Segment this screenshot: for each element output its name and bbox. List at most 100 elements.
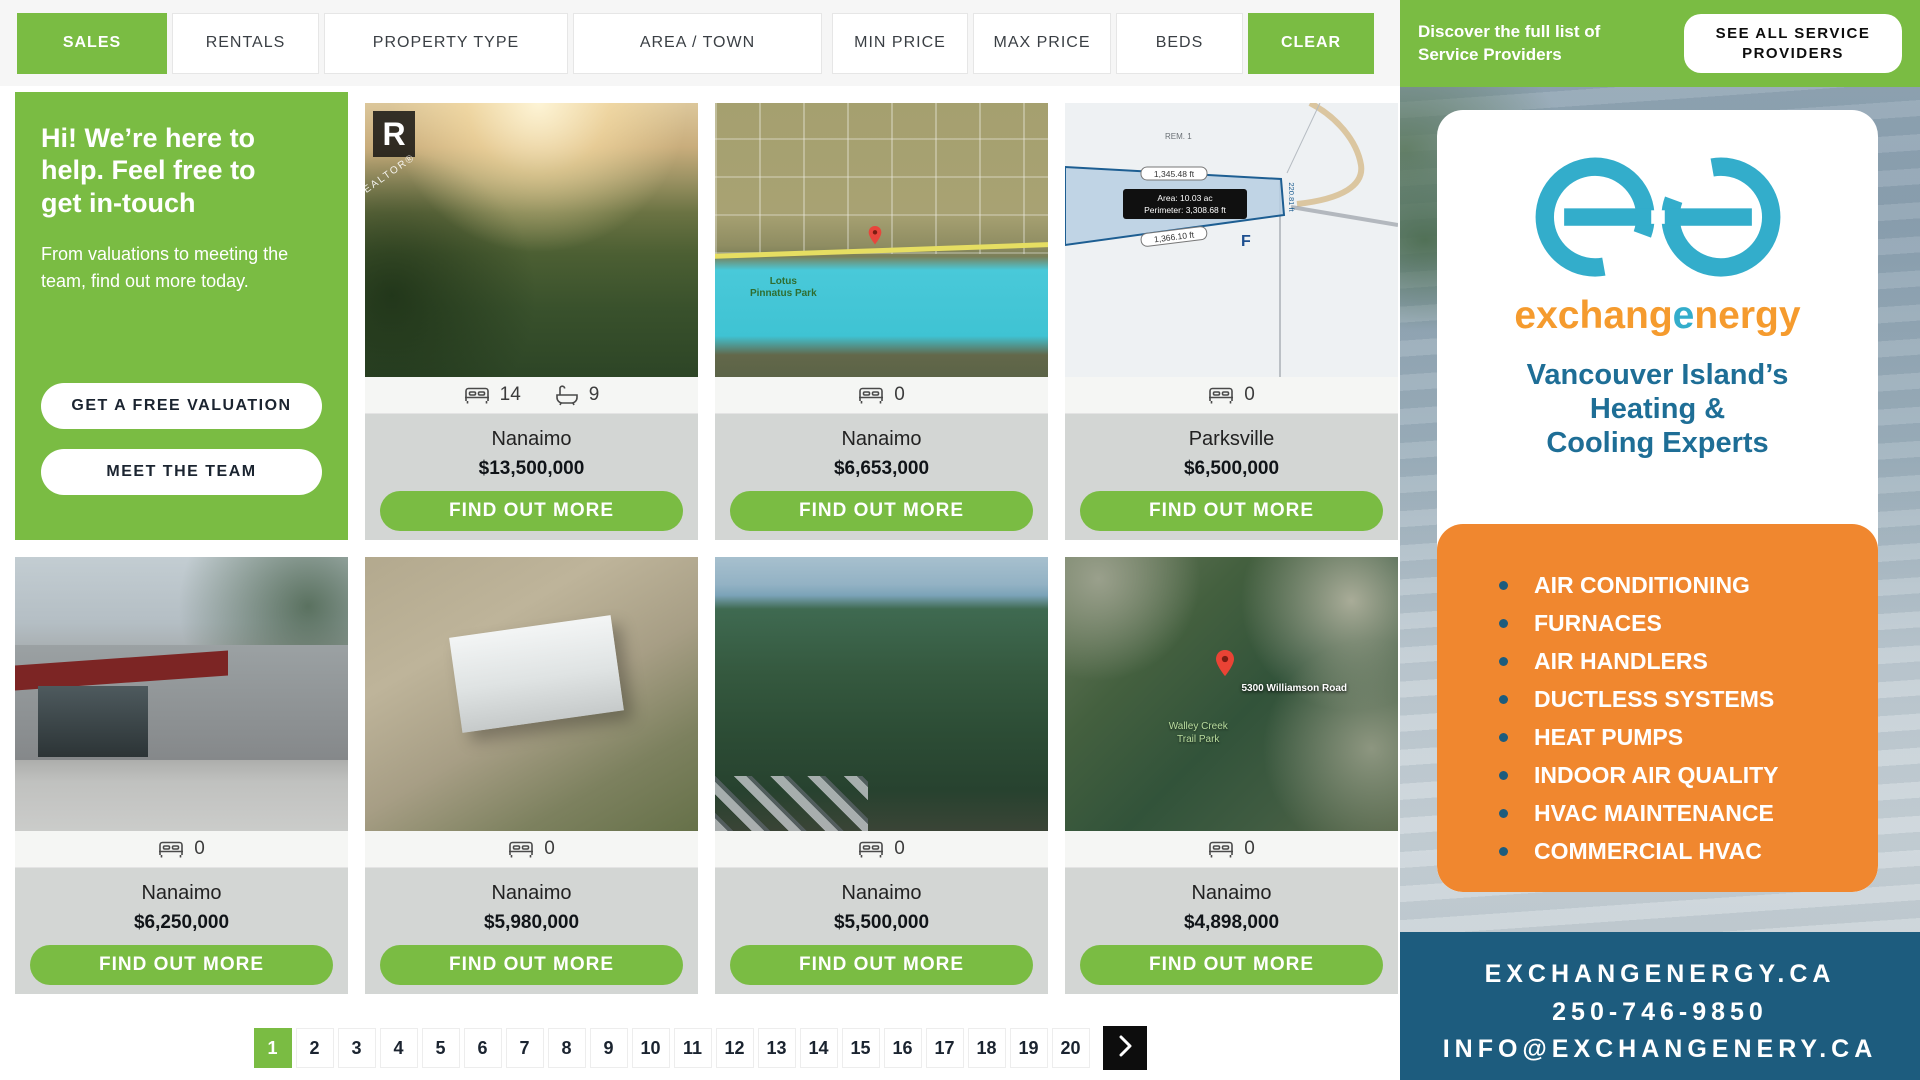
beds-count: 14 [500,384,521,406]
find-out-more-button[interactable]: FIND OUT MORE [1080,945,1383,985]
property-info: Nanaimo $5,500,000 FIND OUT MORE [715,868,1048,994]
property-stats: 14 9 [365,377,698,414]
bed-icon [1208,385,1234,405]
see-all-service-providers-button[interactable]: SEE ALL SERVICE PROVIDERS [1684,14,1902,73]
property-card: 0 Nanaimo $5,980,000 FIND OUT MORE [365,557,698,994]
property-info: Nanaimo $13,500,000 FIND OUT MORE [365,414,698,540]
page-3[interactable]: 3 [338,1028,376,1068]
bed-icon [1208,839,1234,859]
survey-lot-label: F [1241,233,1251,250]
baths-count: 9 [589,384,600,406]
property-card: 0 Nanaimo $6,250,000 FIND OUT MORE [15,557,348,994]
page-10[interactable]: 10 [632,1028,670,1068]
find-out-more-button[interactable]: FIND OUT MORE [730,491,1033,531]
beds-stat: 0 [1208,838,1255,860]
survey-rem-label: REM. 1 [1165,132,1192,141]
property-info: Nanaimo $5,980,000 FIND OUT MORE [365,868,698,994]
services-list: AIR CONDITIONING FURNACES AIR HANDLERS D… [1437,524,1878,892]
ad-contact-footer: EXCHANGENERGY.CA 250-746-9850 INFO@EXCHA… [1400,932,1920,1080]
bullet-icon [1499,809,1508,818]
page-1[interactable]: 1 [254,1028,292,1068]
bullet-icon [1499,733,1508,742]
page-19[interactable]: 19 [1010,1028,1048,1068]
bed-icon [158,839,184,859]
main-content: SALES RENTALS PROPERTY TYPE AREA / TOWN … [0,0,1400,1080]
find-out-more-button[interactable]: FIND OUT MORE [30,945,333,985]
listing-price: $6,500,000 [1065,458,1398,480]
listing-city: Parksville [1065,428,1398,451]
filter-max-price[interactable]: MAX PRICE [973,13,1111,74]
property-photo-warehouse-aerial[interactable] [365,557,698,831]
service-item: FURNACES [1499,604,1878,642]
property-photo-gis-map[interactable]: Lotus Pinnatus Park [715,103,1048,377]
page-11[interactable]: 11 [674,1028,712,1068]
find-out-more-button[interactable]: FIND OUT MORE [380,945,683,985]
page-18[interactable]: 18 [968,1028,1006,1068]
page-12[interactable]: 12 [716,1028,754,1068]
page-8[interactable]: 8 [548,1028,586,1068]
beds-stat: 0 [158,838,205,860]
page-13[interactable]: 13 [758,1028,796,1068]
find-out-more-button[interactable]: FIND OUT MORE [1080,491,1383,531]
beds-stat: 0 [508,838,555,860]
help-body: From valuations to meeting the team, fin… [41,241,322,295]
page-7[interactable]: 7 [506,1028,544,1068]
contact-help-card: Hi! We’re here to help. Feel free to get… [15,92,348,540]
service-item: HEAT PUMPS [1499,718,1878,756]
find-out-more-button[interactable]: FIND OUT MORE [730,945,1033,985]
beds-stat: 0 [858,838,905,860]
next-page-button[interactable] [1103,1026,1147,1070]
listings-grid: Hi! We’re here to help. Feel free to get… [15,92,1398,994]
filter-property-type[interactable]: PROPERTY TYPE [324,13,568,74]
page-2[interactable]: 2 [296,1028,334,1068]
beds-stat: 14 [464,384,521,406]
property-photo-forest-aerial[interactable] [715,557,1048,831]
filter-sales[interactable]: SALES [17,13,167,74]
filter-min-price[interactable]: MIN PRICE [832,13,968,74]
service-provider-sidebar: Discover the full list of Service Provid… [1400,0,1920,1080]
property-photo-satellite-map[interactable]: 5300 Williamson Road Walley Creek Trail … [1065,557,1398,831]
property-photo-industrial-building[interactable] [15,557,348,831]
beds-count: 0 [1244,838,1255,860]
beds-count: 0 [194,838,205,860]
ad-email[interactable]: INFO@EXCHANGENERY.CA [1400,1031,1920,1069]
map-pin-icon [868,226,882,250]
beds-stat: 0 [858,384,905,406]
listing-price: $13,500,000 [365,458,698,480]
free-valuation-button[interactable]: GET A FREE VALUATION [41,383,322,429]
filter-area-town[interactable]: AREA / TOWN [573,13,822,74]
page-14[interactable]: 14 [800,1028,838,1068]
page-5[interactable]: 5 [422,1028,460,1068]
listing-city: Nanaimo [1065,882,1398,905]
exchangenergy-wordmark: exchangenergy [1437,294,1878,338]
map-address-label: 5300 Williamson Road [1241,683,1347,694]
page-17[interactable]: 17 [926,1028,964,1068]
property-card: 0 Nanaimo $5,500,000 FIND OUT MORE [715,557,1048,994]
chevron-right-icon [1116,1035,1134,1062]
service-item: AIR CONDITIONING [1499,566,1878,604]
exchangenergy-logo-icon [1508,146,1808,292]
service-item: INDOOR AIR QUALITY [1499,756,1878,794]
page-15[interactable]: 15 [842,1028,880,1068]
page-16[interactable]: 16 [884,1028,922,1068]
bed-icon [508,839,534,859]
filter-clear-button[interactable]: CLEAR [1248,13,1374,74]
ad-phone[interactable]: 250-746-9850 [1400,994,1920,1032]
service-item: AIR HANDLERS [1499,642,1878,680]
page-20[interactable]: 20 [1052,1028,1090,1068]
bullet-icon [1499,619,1508,628]
property-stats: 0 [715,377,1048,414]
page-9[interactable]: 9 [590,1028,628,1068]
beds-count: 0 [894,384,905,406]
ad-website[interactable]: EXCHANGENERGY.CA [1400,956,1920,994]
meet-the-team-button[interactable]: MEET THE TEAM [41,449,322,495]
page-4[interactable]: 4 [380,1028,418,1068]
page-6[interactable]: 6 [464,1028,502,1068]
find-out-more-button[interactable]: FIND OUT MORE [380,491,683,531]
property-photo-aerial-sunset[interactable]: R REALTOR® [365,103,698,377]
exchangenergy-ad-card[interactable]: exchangenergy Vancouver Island’s Heating… [1437,110,1878,892]
filter-beds[interactable]: BEDS [1116,13,1243,74]
filter-rentals[interactable]: RENTALS [172,13,319,74]
property-photo-survey-map[interactable]: REM. 1 1,345.48 ft Area: 10.03 ac Perime… [1065,103,1398,377]
service-banner: Discover the full list of Service Provid… [1400,0,1920,87]
